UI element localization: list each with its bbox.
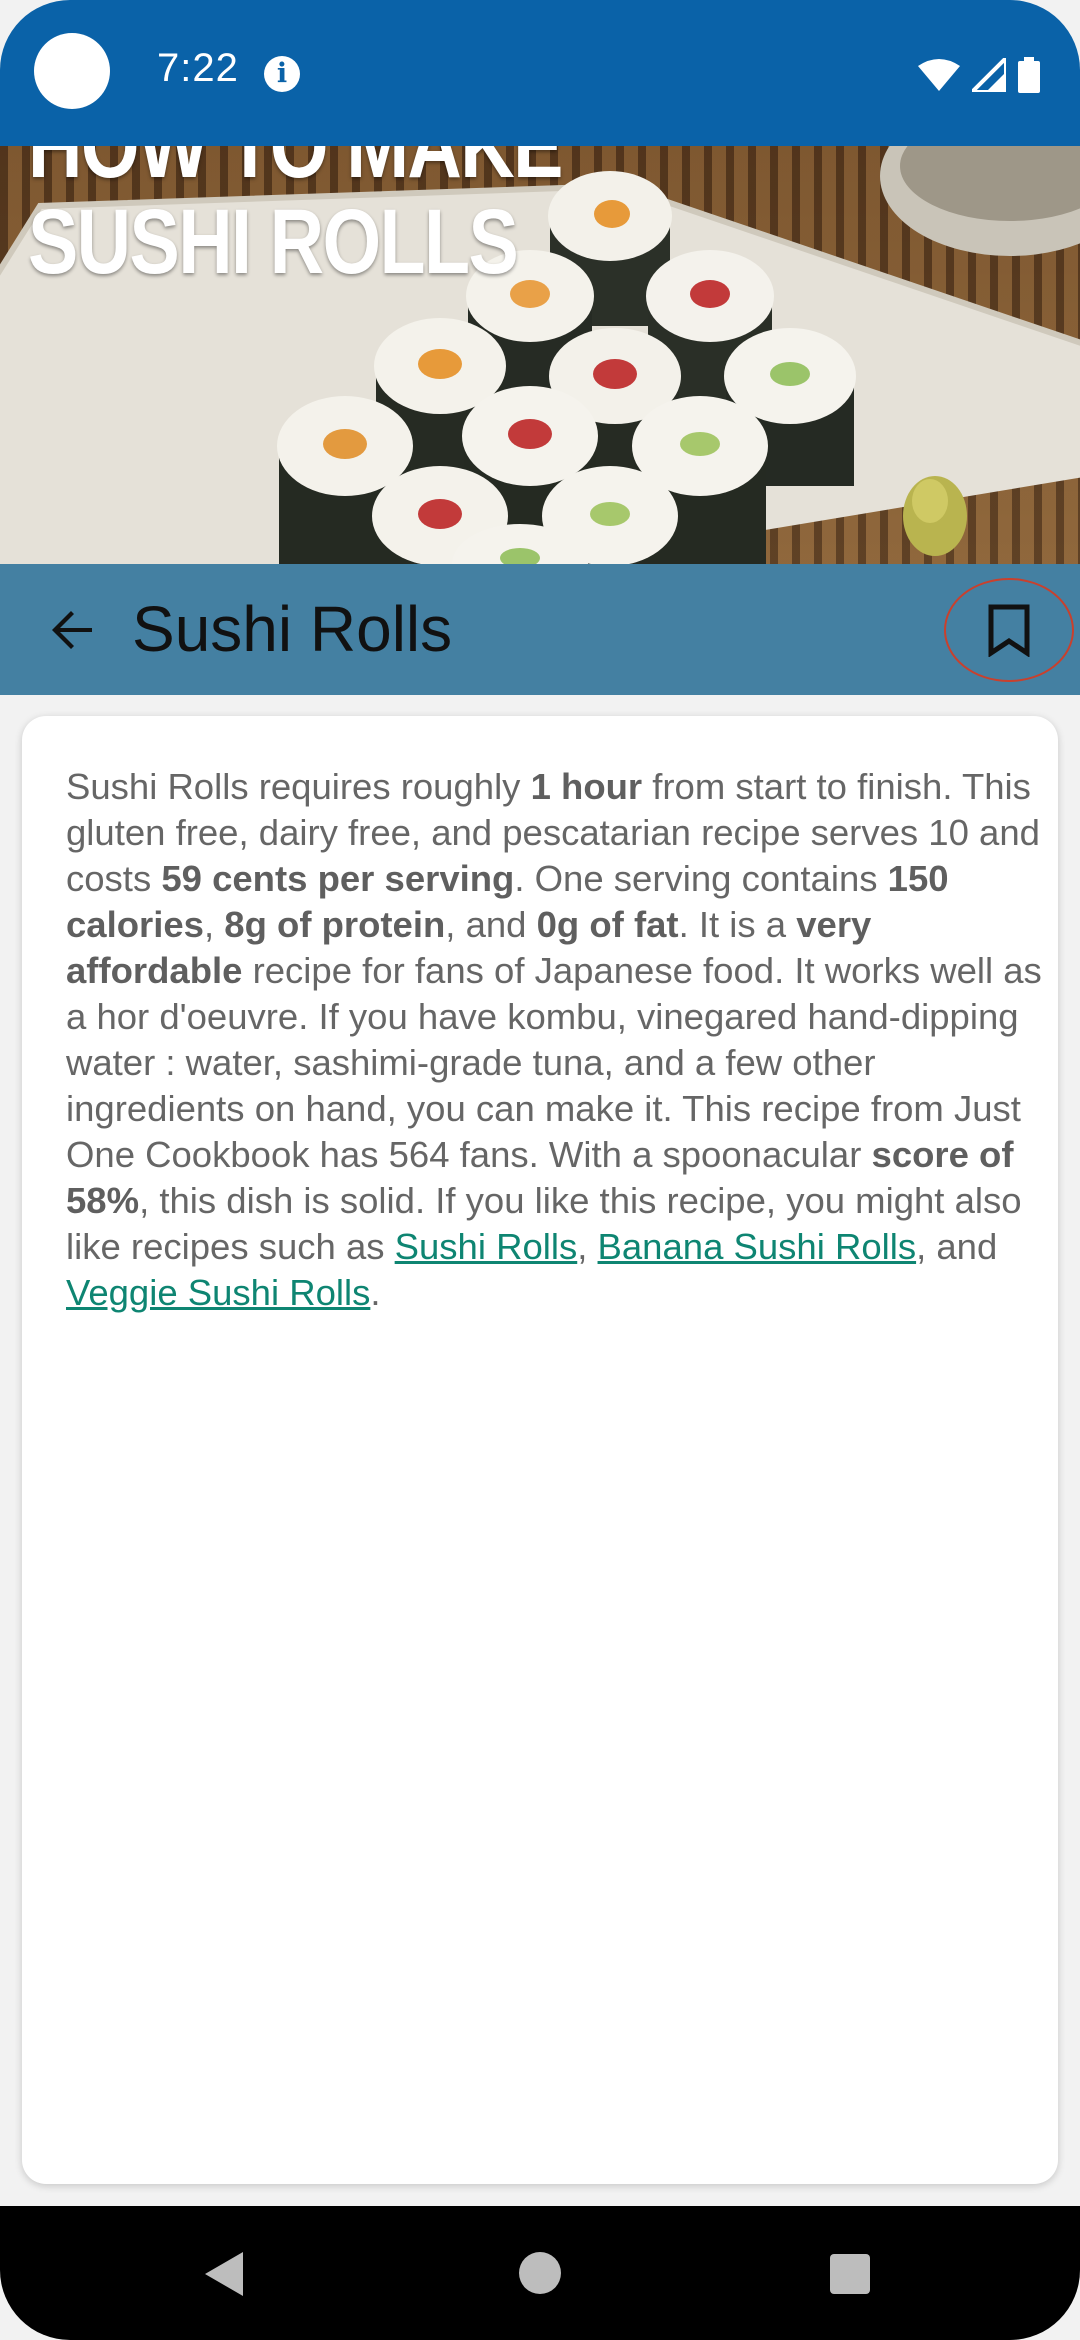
summary-highlight: 1 hour	[530, 766, 643, 807]
status-bar: 7:22 i	[0, 0, 1080, 146]
summary-text: . It is a	[678, 904, 797, 945]
summary-text: . One serving contains	[514, 858, 888, 899]
info-icon: i	[264, 56, 300, 92]
nav-back-icon[interactable]	[203, 2252, 249, 2296]
summary-text: , and	[916, 1226, 998, 1267]
hero-title-line2: SUSHI ROLLS	[28, 191, 519, 293]
nav-recents-icon[interactable]	[830, 2254, 870, 2294]
summary-text: Sushi Rolls requires roughly	[66, 766, 531, 807]
related-recipe-link[interactable]: Sushi Rolls	[395, 1226, 578, 1267]
wifi-icon	[918, 59, 960, 91]
status-time: 7:22	[157, 46, 239, 90]
cell-signal-icon	[972, 58, 1006, 92]
summary-highlight: 8g of protein	[224, 904, 446, 945]
app-toolbar: Sushi Rolls	[0, 564, 1080, 695]
battery-icon	[1018, 57, 1040, 93]
arrow-back-icon	[52, 611, 92, 649]
related-recipe-link[interactable]: Banana Sushi Rolls	[598, 1226, 917, 1267]
summary-text: , and	[445, 904, 537, 945]
page-title: Sushi Rolls	[132, 593, 453, 665]
system-icons	[918, 52, 1040, 98]
hero-title-line1: HOW TO MAKE	[28, 146, 563, 197]
camera-cutout	[34, 33, 110, 109]
navigation-bar	[0, 2206, 1080, 2340]
summary-highlight: 0g of fat	[536, 904, 679, 945]
summary-text: ,	[203, 904, 225, 945]
summary-text: ,	[577, 1226, 598, 1267]
summary-card: Sushi Rolls requires roughly 1 hour from…	[22, 716, 1058, 2184]
bookmark-button[interactable]	[944, 578, 1074, 682]
recipe-summary: Sushi Rolls requires roughly 1 hour from…	[66, 764, 1046, 1316]
bookmark-icon	[988, 604, 1030, 657]
summary-highlight: 59 cents per serving	[161, 858, 515, 899]
related-recipe-link[interactable]: Veggie Sushi Rolls	[66, 1272, 370, 1313]
summary-text: .	[370, 1272, 381, 1313]
back-button[interactable]	[34, 592, 110, 668]
recipe-hero-image: HOW TO MAKE SUSHI ROLLS	[0, 146, 1080, 564]
nav-home-icon[interactable]	[519, 2252, 561, 2294]
